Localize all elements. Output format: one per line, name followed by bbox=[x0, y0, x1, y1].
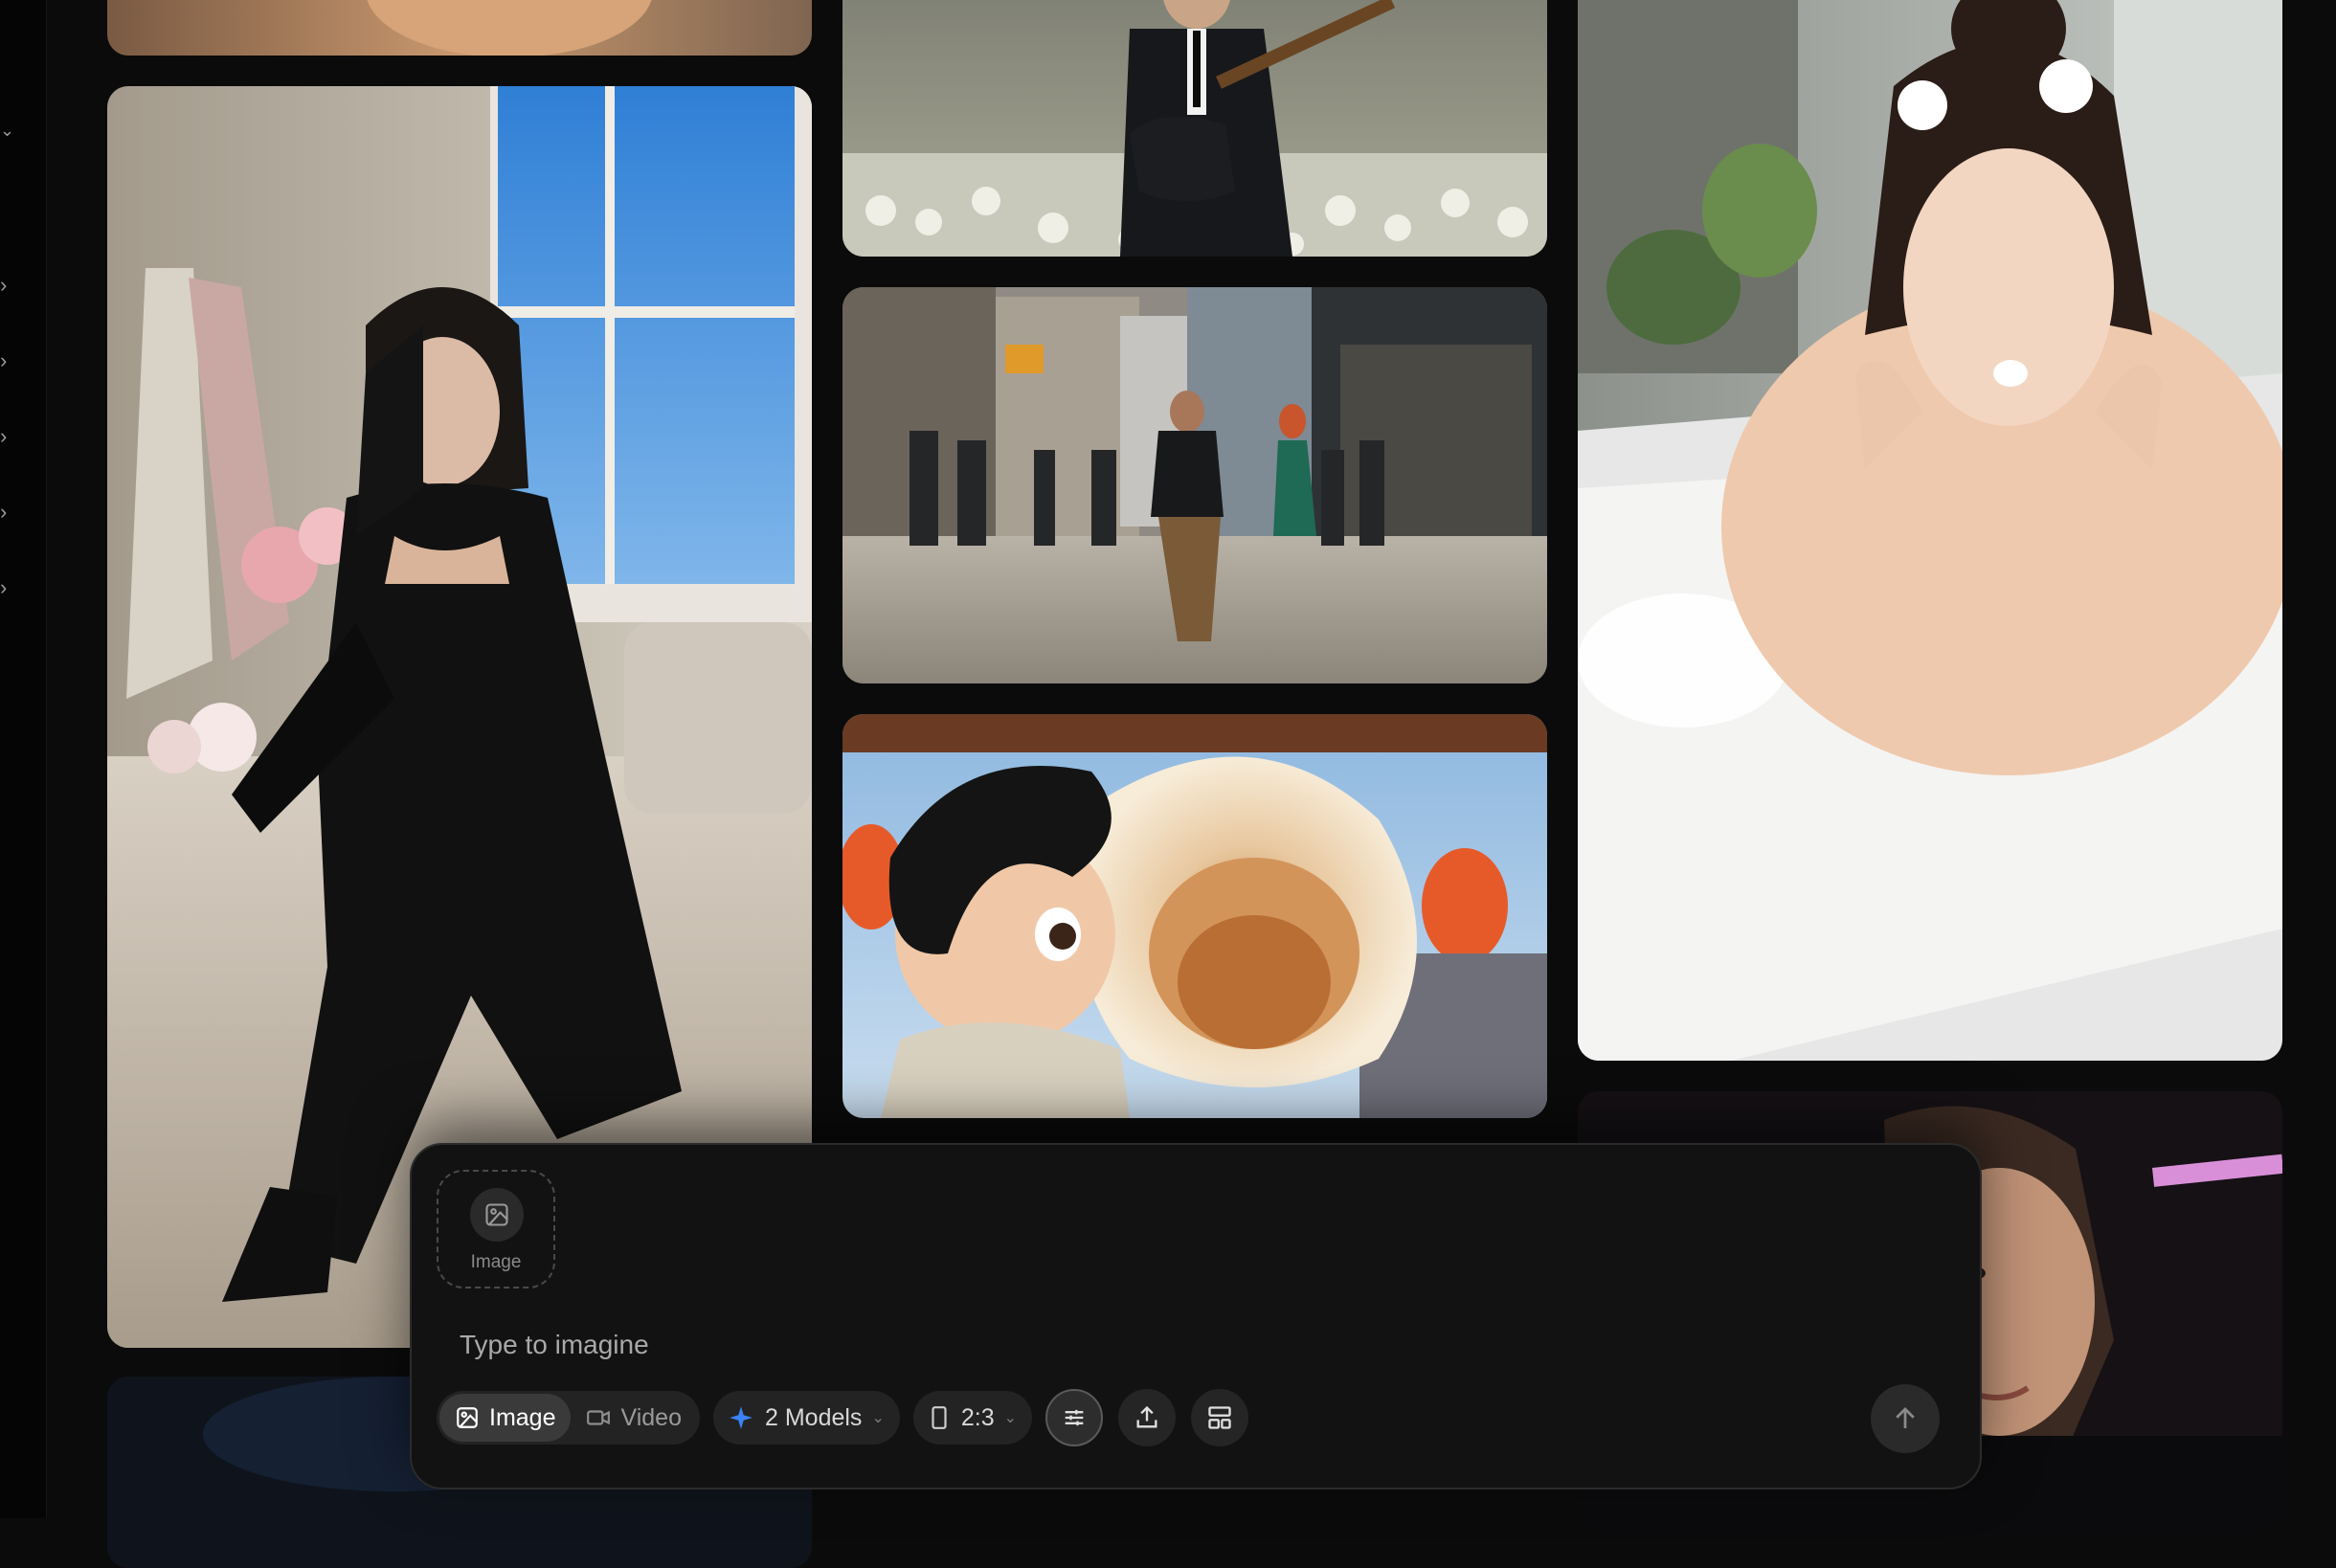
sidebar: ⌄ › › › › › bbox=[0, 0, 47, 1518]
models-label: 2 Models bbox=[764, 1403, 863, 1431]
sparkle-icon bbox=[730, 1406, 752, 1429]
chevron-right-icon[interactable]: › bbox=[0, 426, 15, 447]
layout-button[interactable] bbox=[1191, 1389, 1249, 1446]
image-icon bbox=[457, 1407, 478, 1428]
layout-icon bbox=[1208, 1406, 1231, 1429]
chevron-down-icon: ⌄ bbox=[1003, 1410, 1018, 1426]
mode-image-button[interactable]: Image bbox=[439, 1394, 572, 1442]
prompt-input[interactable] bbox=[458, 1323, 1898, 1367]
upload-button[interactable] bbox=[1118, 1389, 1177, 1446]
sliders-icon bbox=[1065, 1409, 1084, 1426]
mode-toggle: Image Video bbox=[437, 1391, 700, 1445]
gallery-tile-city-street[interactable] bbox=[842, 287, 1547, 683]
models-selector[interactable]: 2 Models ⌄ bbox=[712, 1391, 900, 1445]
prompt-composer: Image Image Video 2 Models ⌄ bbox=[410, 1143, 1982, 1490]
chevron-down-icon: ⌄ bbox=[871, 1410, 885, 1426]
chevron-down-icon[interactable]: ⌄ bbox=[0, 122, 15, 139]
chevron-right-icon[interactable]: › bbox=[0, 577, 15, 598]
chevron-right-icon[interactable]: › bbox=[0, 502, 15, 523]
send-button[interactable] bbox=[1871, 1384, 1940, 1453]
mode-video-label: Video bbox=[620, 1403, 682, 1431]
chevron-right-icon[interactable]: › bbox=[0, 275, 15, 296]
portrait-frame-icon bbox=[932, 1406, 947, 1429]
gallery-tile-partial-top[interactable] bbox=[107, 0, 812, 56]
mode-image-label: Image bbox=[489, 1403, 556, 1431]
gallery-tile-woman-bathtub[interactable] bbox=[1578, 0, 2282, 1061]
gallery-tile-guitar-man[interactable] bbox=[842, 0, 1547, 257]
aspect-ratio-selector[interactable]: 2:3 ⌄ bbox=[912, 1391, 1033, 1445]
arrow-up-icon bbox=[1896, 1407, 1915, 1428]
upload-icon bbox=[1136, 1405, 1157, 1428]
settings-sliders-button[interactable] bbox=[1045, 1389, 1104, 1446]
gallery-tile-animated-boy[interactable] bbox=[842, 714, 1547, 1118]
chevron-right-icon[interactable]: › bbox=[0, 350, 15, 371]
image-icon bbox=[470, 1188, 524, 1242]
mode-video-button[interactable]: Video bbox=[571, 1394, 697, 1442]
aspect-ratio-label: 2:3 bbox=[960, 1403, 995, 1431]
upload-label: Image bbox=[470, 1252, 522, 1272]
video-icon bbox=[587, 1410, 611, 1425]
composer-toolbar: Image Video 2 Models ⌄ 2:3 ⌄ bbox=[437, 1389, 1264, 1446]
image-upload-slot[interactable]: Image bbox=[437, 1170, 555, 1288]
